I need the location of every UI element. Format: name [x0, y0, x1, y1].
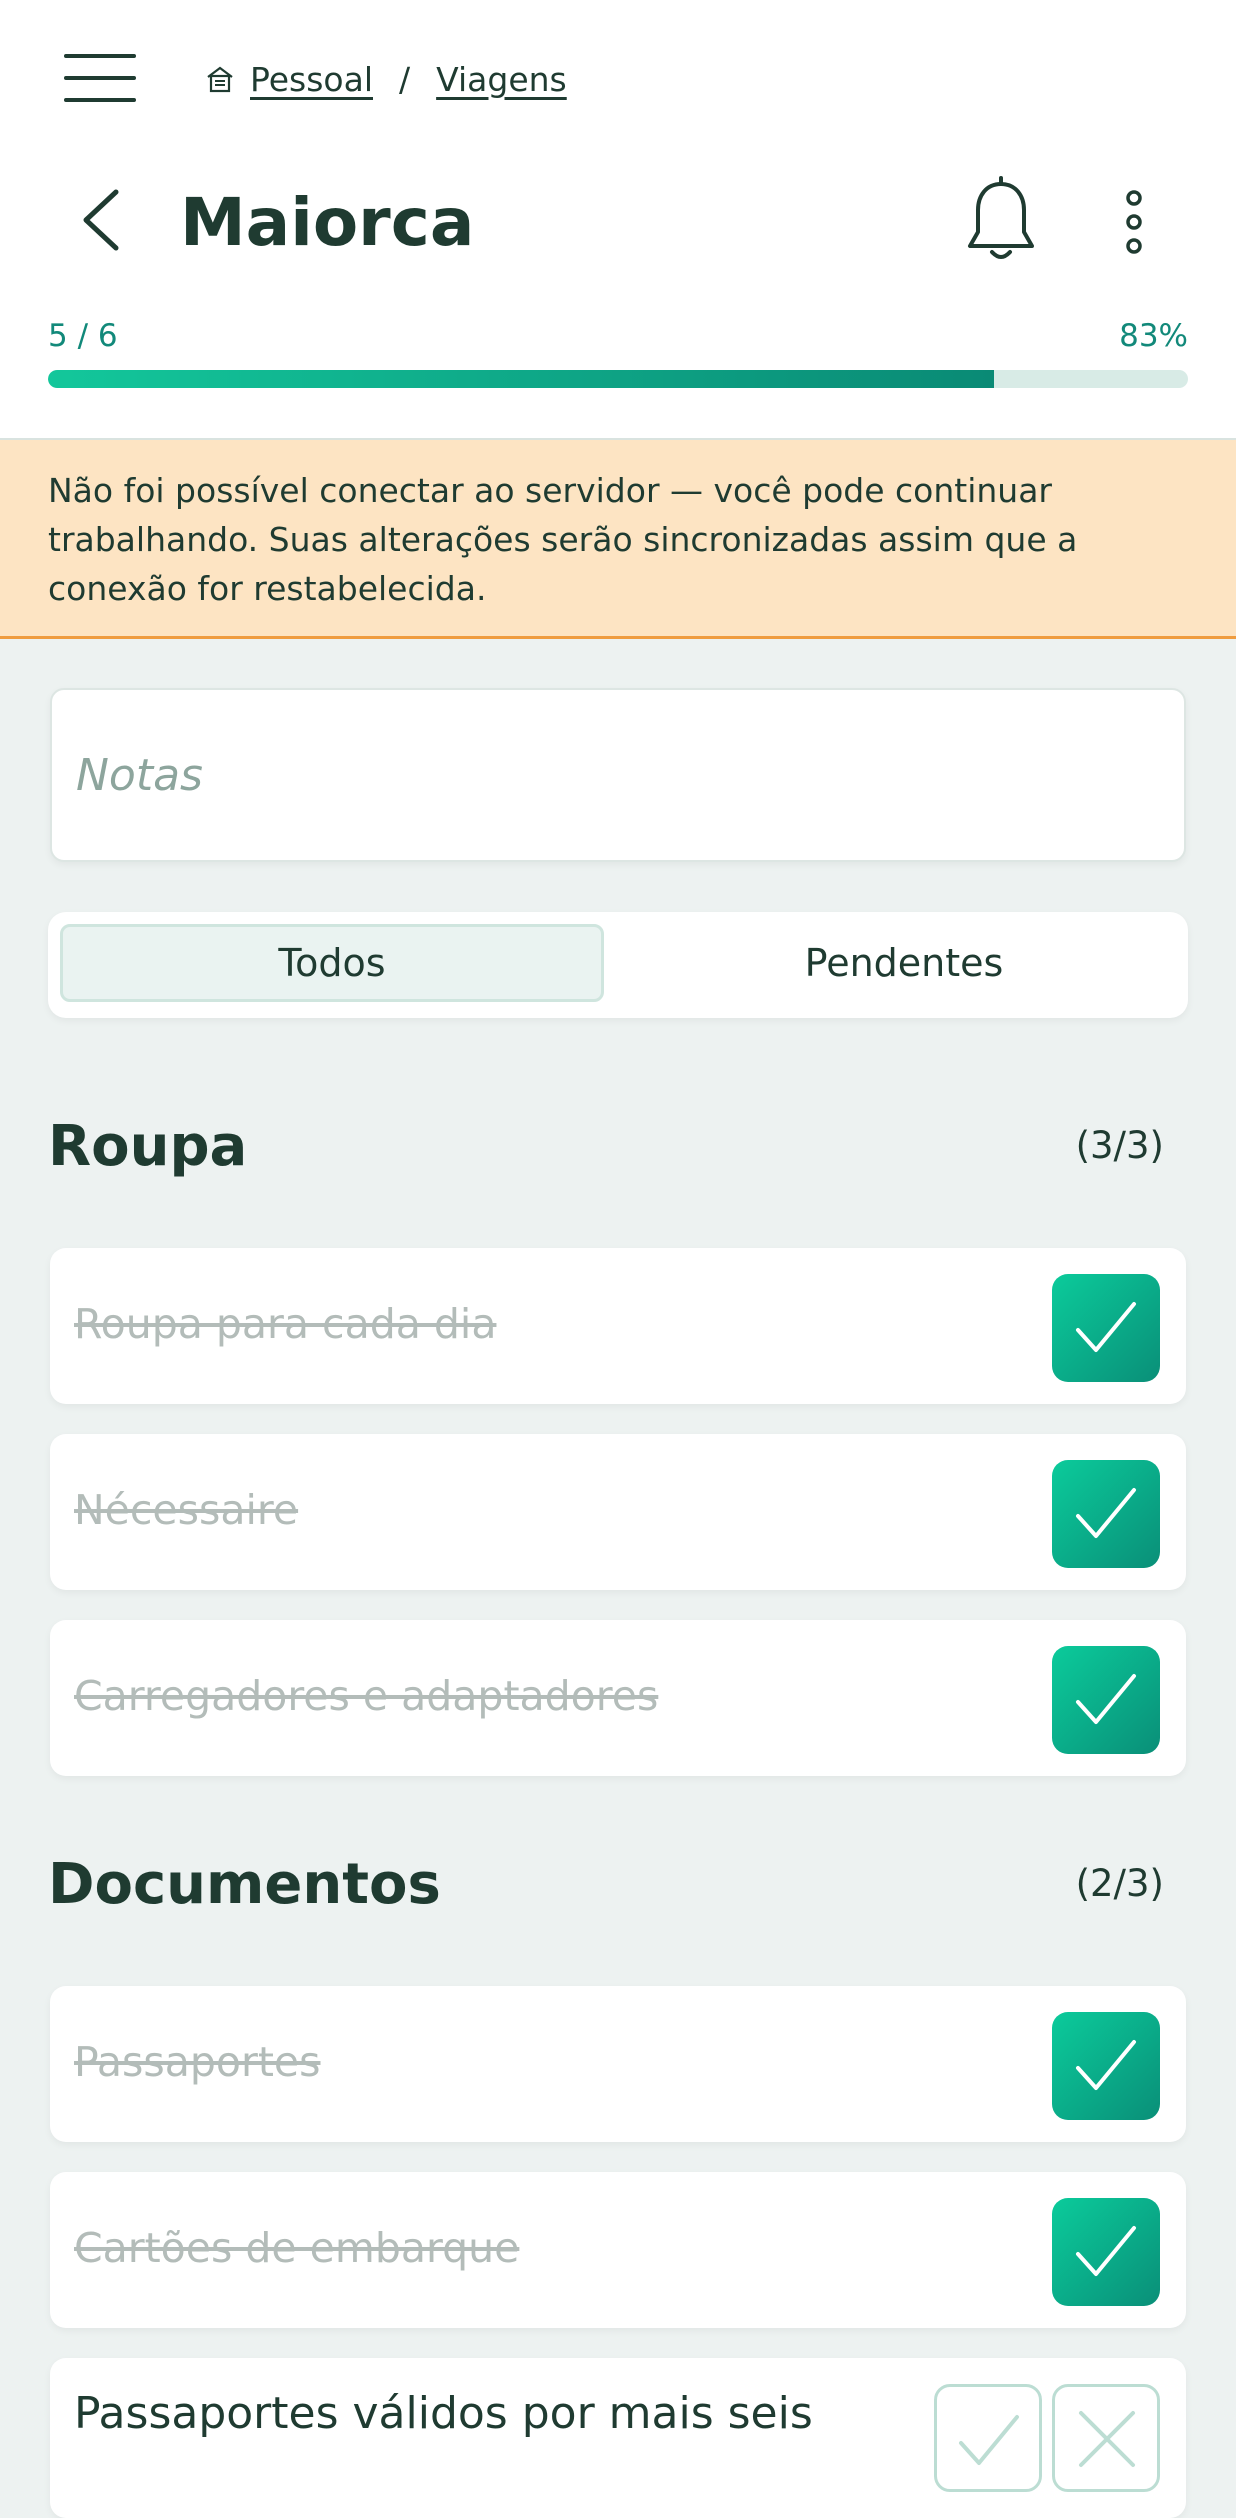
breadcrumb-link-pessoal[interactable]: Pessoal [250, 60, 373, 99]
list-item: Passaportes [50, 1986, 1186, 2142]
section-count-documentos: (2/3) [1075, 1862, 1164, 1905]
checkbox-checked[interactable] [1052, 1460, 1160, 1568]
close-icon [1079, 2411, 1135, 2467]
item-label: Carregadores e adaptadores [74, 1672, 659, 1720]
item-label: Passaportes [74, 2038, 321, 2086]
offline-banner-message: Não foi possível conectar ao servidor — … [48, 471, 1078, 608]
check-icon [1076, 1674, 1136, 1724]
list-item-pending: Passaportes válidos por mais seis [50, 2358, 1186, 2518]
progress-bar [48, 370, 1188, 388]
list-item: Cartões de embarque [50, 2172, 1186, 2328]
more-vertical-icon[interactable] [1110, 186, 1158, 258]
breadcrumb-link-viagens[interactable]: Viagens [436, 60, 567, 99]
item-label: Passaportes válidos por mais seis [74, 2388, 813, 2439]
check-icon [1076, 1302, 1136, 1352]
section-count-roupa: (3/3) [1075, 1124, 1164, 1167]
checkbox-checked[interactable] [1052, 1274, 1160, 1382]
breadcrumb: Pessoal / Viagens [204, 54, 567, 104]
breadcrumb-separator: / [399, 59, 411, 99]
progress-percent: 83% [1119, 318, 1188, 354]
bell-icon[interactable] [962, 176, 1040, 268]
section-title-roupa: Roupa [48, 1114, 248, 1179]
check-icon [959, 2415, 1019, 2465]
section-title-documentos: Documentos [48, 1852, 441, 1917]
mark-done-button[interactable] [934, 2384, 1042, 2492]
page-title: Maiorca [180, 184, 475, 261]
tab-pending[interactable]: Pendentes [632, 924, 1176, 1002]
checkbox-checked[interactable] [1052, 2012, 1160, 2120]
offline-banner: Não foi possível conectar ao servidor — … [0, 440, 1236, 639]
dismiss-button[interactable] [1052, 2384, 1160, 2492]
list-item: Roupa para cada dia [50, 1248, 1186, 1404]
menu-icon[interactable] [62, 48, 138, 108]
checkbox-checked[interactable] [1052, 2198, 1160, 2306]
check-icon [1076, 2040, 1136, 2090]
top-bar: Pessoal / Viagens Maiorca 5 / 6 83% [0, 0, 1236, 440]
item-label: Nécessaire [74, 1486, 299, 1534]
item-label: Cartões de embarque [74, 2224, 520, 2272]
back-arrow-icon[interactable] [72, 180, 132, 260]
list-item: Carregadores e adaptadores [50, 1620, 1186, 1776]
list-item: Nécessaire [50, 1434, 1186, 1590]
notes-input[interactable] [50, 688, 1186, 862]
item-label: Roupa para cada dia [74, 1300, 497, 1348]
filter-segmented-control: Todos Pendentes [48, 912, 1188, 1018]
checkbox-checked[interactable] [1052, 1646, 1160, 1754]
check-icon [1076, 2226, 1136, 2276]
progress-bar-fill [48, 370, 995, 388]
check-icon [1076, 1488, 1136, 1538]
home-icon [207, 66, 233, 93]
tab-all[interactable]: Todos [60, 924, 604, 1002]
progress-count: 5 / 6 [48, 318, 118, 354]
